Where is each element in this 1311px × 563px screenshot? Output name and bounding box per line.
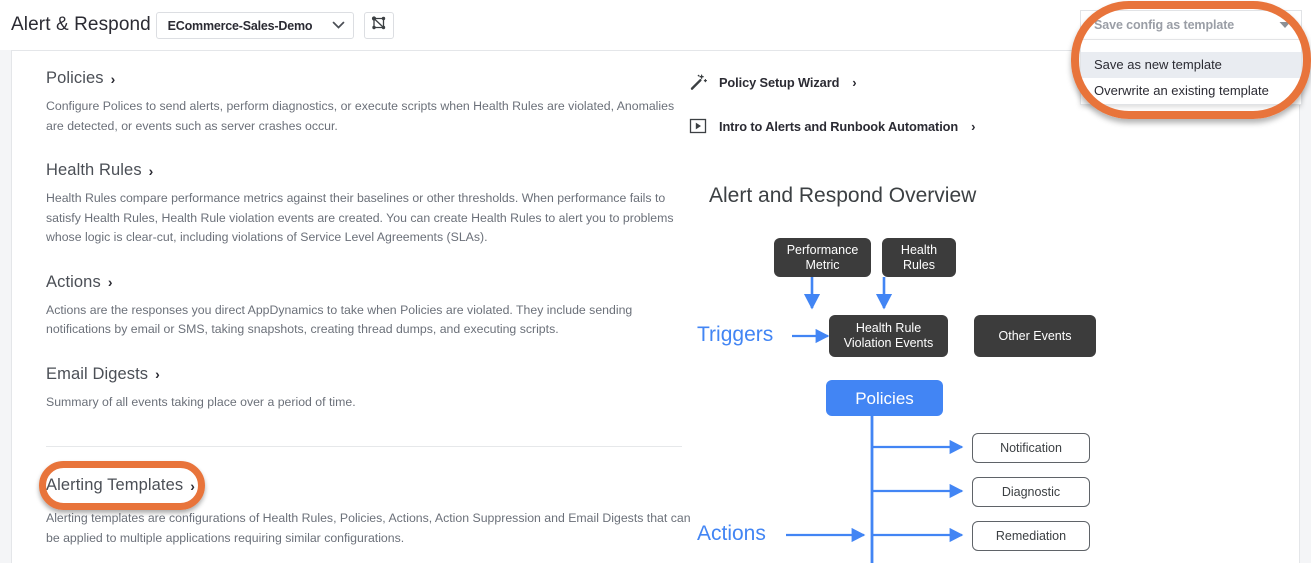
- left-column: Policies › Configure Polices to send ale…: [39, 69, 696, 548]
- diagram-label-triggers: Triggers: [697, 323, 774, 346]
- diagram-box-health-rules: Health Rules: [882, 238, 956, 277]
- menu-item-save-as-new-template[interactable]: Save as new template: [1081, 52, 1301, 78]
- diagram-box-health-rules-label: Health Rules: [900, 242, 938, 272]
- diagram-box-other-events-label: Other Events: [998, 328, 1072, 343]
- video-play-icon: [688, 118, 708, 134]
- diagram-box-health-rule-violation-events-label: Health Rule Violation Events: [843, 321, 934, 350]
- section-policies-link[interactable]: Policies ›: [46, 69, 115, 88]
- right-column: Policy Setup Wizard › Intro to Alerts an…: [688, 69, 1268, 563]
- flow-map-button[interactable]: [364, 12, 394, 39]
- chevron-right-icon: ›: [148, 162, 154, 179]
- section-actions-body: Actions are the responses you direct App…: [46, 302, 633, 337]
- section-alerting-templates-body: Alerting templates are configurations of…: [46, 511, 691, 545]
- section-alerting-templates-link[interactable]: Alerting Templates ›: [46, 476, 195, 495]
- diagram-box-health-rule-violation-events: Health Rule Violation Events: [829, 315, 948, 357]
- application-selector[interactable]: ECommerce-Sales-Demo: [156, 12, 354, 39]
- diagram-box-remediation: Remediation: [972, 521, 1090, 551]
- link-intro-alerts-runbook-automation[interactable]: Intro to Alerts and Runbook Automation ›: [688, 113, 1268, 139]
- section-actions-title: Actions: [46, 272, 101, 291]
- diagram-box-notification: Notification: [972, 433, 1090, 463]
- link-policy-setup-wizard-label: Policy Setup Wizard: [719, 74, 840, 90]
- chevron-right-icon: ›: [852, 74, 857, 90]
- chevron-right-icon: ›: [107, 274, 113, 290]
- application-selector-value: ECommerce-Sales-Demo: [167, 18, 313, 33]
- save-config-as-template-dropdown[interactable]: Save config as template Save as new temp…: [1080, 10, 1302, 105]
- diagram-box-diagnostic: Diagnostic: [972, 477, 1090, 507]
- section-policies-body: Configure Polices to send alerts, perfor…: [46, 99, 675, 133]
- diagram-box-performance-metric: Performance Metric: [774, 238, 871, 277]
- section-alerting-templates: Alerting Templates › Alerting templates …: [39, 461, 696, 548]
- section-email-digests-link[interactable]: Email Digests ›: [46, 365, 160, 384]
- section-policies-title: Policies: [46, 69, 104, 87]
- caret-down-icon: [1279, 16, 1291, 34]
- diagram-title: Alert and Respond Overview: [709, 184, 977, 207]
- section-actions-link[interactable]: Actions ›: [46, 273, 113, 292]
- section-actions: Actions › Actions are the responses you …: [46, 273, 696, 340]
- section-health-rules: Health Rules › Health Rules compare perf…: [46, 161, 696, 248]
- content-card: Policies › Configure Polices to send ale…: [11, 50, 1300, 563]
- chevron-right-icon: ›: [190, 477, 195, 494]
- diagram-label-actions: Actions: [697, 522, 766, 545]
- page-root: Alert & Respond ECommerce-Sales-Demo Sav…: [0, 0, 1311, 563]
- diagram-box-remediation-label: Remediation: [995, 529, 1067, 543]
- diagram-box-policies: Policies: [826, 380, 943, 416]
- chevron-right-icon: ›: [110, 70, 116, 87]
- diagram-box-policies-label: Policies: [855, 388, 914, 408]
- section-email-digests-body: Summary of all events taking place over …: [46, 394, 356, 409]
- save-config-as-template-button[interactable]: Save config as template: [1080, 10, 1302, 40]
- page-title: Alert & Respond: [11, 14, 151, 35]
- link-intro-alerts-runbook-automation-label: Intro to Alerts and Runbook Automation: [719, 118, 959, 134]
- save-config-menu: Save as new template Overwrite an existi…: [1080, 40, 1302, 105]
- section-health-rules-title: Health Rules: [46, 161, 142, 179]
- save-config-as-template-label: Save config as template: [1094, 18, 1235, 32]
- diagram-box-diagnostic-label: Diagnostic: [1001, 485, 1061, 499]
- diagram-box-notification-label: Notification: [1000, 441, 1062, 455]
- alert-and-respond-diagram: Performance Metric Health Rules Health Rul…: [688, 216, 1268, 563]
- chevron-down-icon: [323, 21, 353, 30]
- section-policies: Policies › Configure Polices to send ale…: [46, 69, 696, 136]
- section-email-digests: Email Digests › Summary of all events ta…: [46, 365, 696, 413]
- chevron-right-icon: ›: [155, 366, 160, 382]
- diagram-box-performance-metric-label: Performance Metric: [786, 242, 859, 272]
- section-health-rules-body: Health Rules compare performance metrics…: [46, 191, 674, 244]
- section-email-digests-title: Email Digests: [46, 364, 149, 383]
- section-health-rules-link[interactable]: Health Rules ›: [46, 161, 153, 180]
- chevron-right-icon: ›: [971, 118, 976, 134]
- magic-wand-icon: [688, 73, 708, 92]
- flow-map-icon: [371, 15, 387, 36]
- menu-top-spacer: [1081, 40, 1301, 52]
- section-alerting-templates-title: Alerting Templates: [46, 476, 184, 494]
- menu-item-overwrite-existing-template[interactable]: Overwrite an existing template: [1081, 78, 1301, 104]
- diagram-box-other-events: Other Events: [974, 315, 1096, 357]
